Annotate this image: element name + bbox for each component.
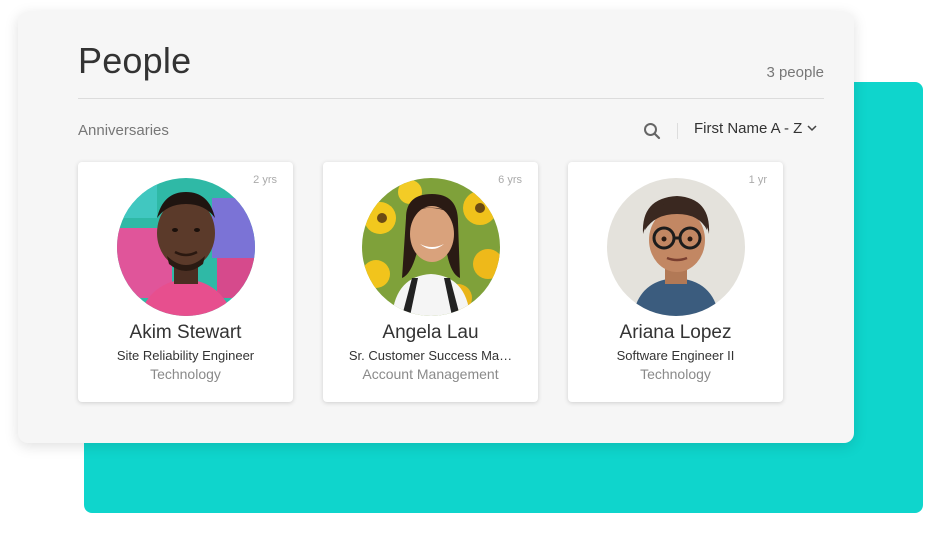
avatar bbox=[607, 178, 745, 316]
toolbar-separator bbox=[677, 123, 678, 139]
tenure-badge: 2 yrs bbox=[253, 174, 277, 186]
person-card[interactable]: 6 yrs Angela Lau Sr. Customer Success Ma… bbox=[323, 162, 538, 402]
search-button[interactable] bbox=[642, 121, 662, 141]
tenure-badge: 6 yrs bbox=[498, 174, 522, 186]
stage: People 3 people Anniversaries First Name… bbox=[0, 0, 941, 537]
tenure-badge: 1 yr bbox=[748, 174, 767, 186]
person-department: Technology bbox=[150, 366, 221, 382]
person-department: Technology bbox=[640, 366, 711, 382]
page-title: People bbox=[78, 40, 192, 81]
person-job-title: Sr. Customer Success Ma… bbox=[348, 348, 513, 363]
people-count: 3 people bbox=[766, 64, 824, 81]
chevron-down-icon bbox=[807, 125, 817, 132]
header-divider bbox=[78, 98, 824, 99]
people-panel: People 3 people Anniversaries First Name… bbox=[18, 12, 854, 443]
section-label-anniversaries: Anniversaries bbox=[78, 122, 169, 139]
person-card[interactable]: 1 yr Ariana Lopez Software Engineer II T… bbox=[568, 162, 783, 402]
sort-label: First Name A - Z bbox=[694, 120, 803, 137]
avatar bbox=[117, 178, 255, 316]
person-name: Ariana Lopez bbox=[619, 322, 732, 343]
person-job-title: Site Reliability Engineer bbox=[116, 348, 255, 363]
person-department: Account Management bbox=[362, 366, 499, 382]
person-card[interactable]: 2 yrs Akim Stewart Site Reliability Engi… bbox=[78, 162, 293, 402]
person-job-title: Software Engineer II bbox=[616, 348, 735, 363]
avatar bbox=[362, 178, 500, 316]
person-name: Akim Stewart bbox=[129, 322, 242, 343]
search-icon bbox=[644, 123, 661, 140]
person-name: Angela Lau bbox=[382, 322, 479, 343]
sort-dropdown[interactable]: First Name A - Z bbox=[694, 120, 817, 137]
